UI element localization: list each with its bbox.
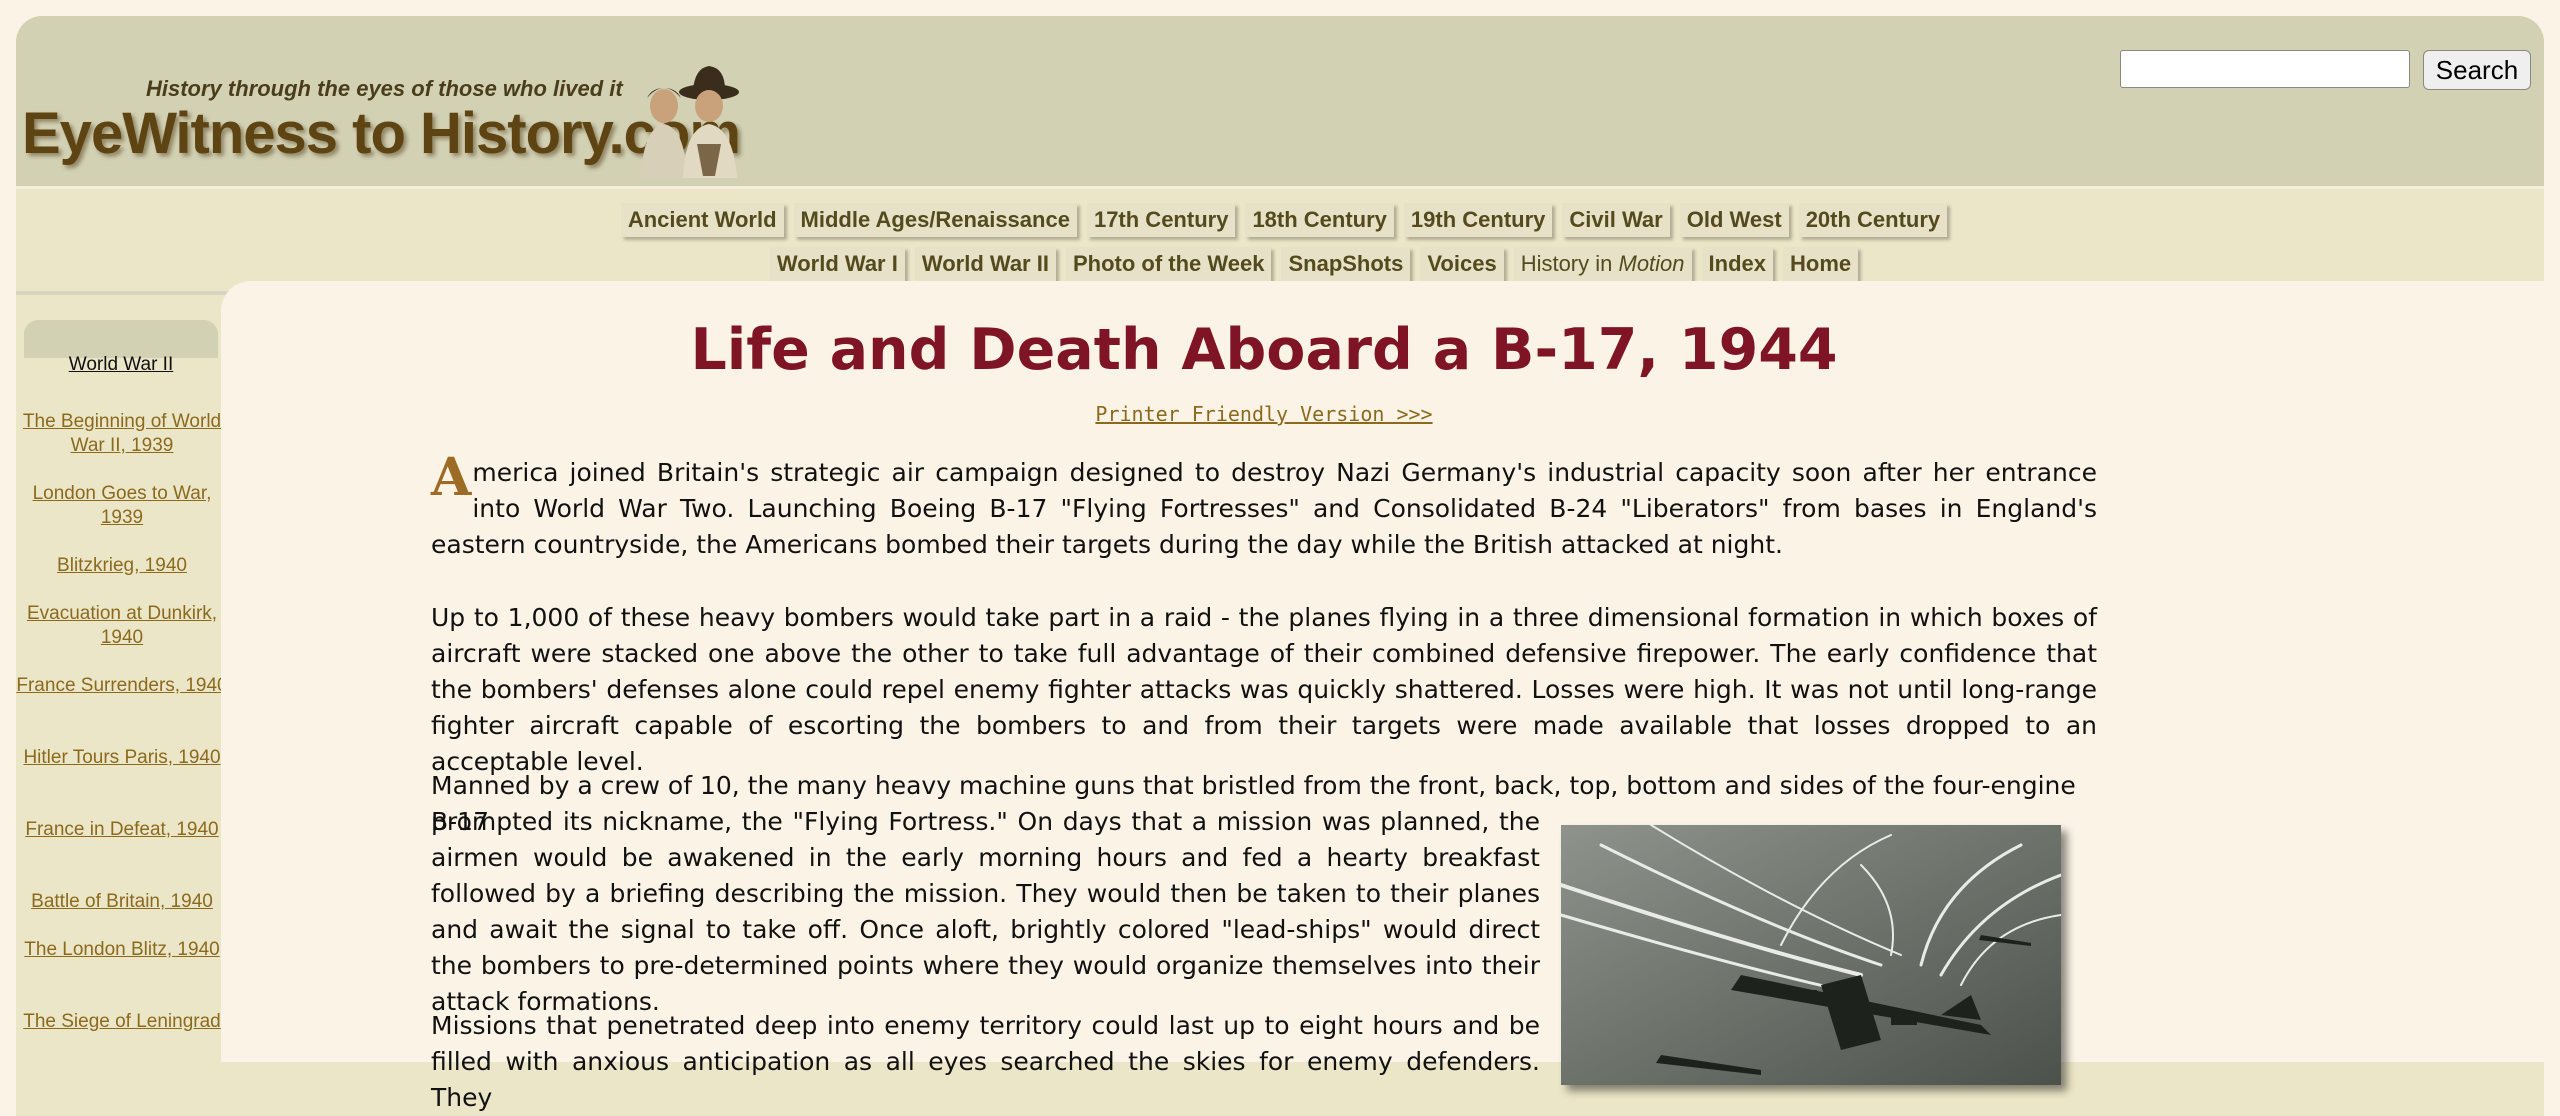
site-header: History through the eyes of those who li…	[16, 16, 2544, 189]
article-paragraph-1: America joined Britain's strategic air c…	[431, 447, 2097, 563]
article-paragraph-2: Up to 1,000 of these heavy bombers would…	[431, 603, 2097, 776]
drop-cap: A	[431, 447, 472, 508]
nav-row-sections: World War I World War II Photo of the We…	[50, 247, 2560, 281]
nav-old-west[interactable]: Old West	[1679, 203, 1789, 237]
b17-bombers-photo	[1561, 825, 2061, 1085]
search-input[interactable]	[2120, 50, 2410, 88]
nav-home[interactable]: Home	[1783, 247, 1859, 281]
nav-ancient-world[interactable]: Ancient World	[620, 203, 784, 237]
sidebar-item-beginning-of-ww2[interactable]: The Beginning of World War II, 1939	[16, 410, 228, 458]
sidebar: World War II The Beginning of World War …	[16, 320, 228, 1080]
nav-index[interactable]: Index	[1701, 247, 1774, 281]
nav-18th-century[interactable]: 18th Century	[1245, 203, 1394, 237]
sidebar-item-dunkirk[interactable]: Evacuation at Dunkirk, 1940	[16, 602, 228, 650]
nav-world-war-2[interactable]: World War II	[914, 247, 1056, 281]
nav-19th-century[interactable]: 19th Century	[1403, 203, 1553, 237]
nav-photo-of-the-week[interactable]: Photo of the Week	[1065, 247, 1272, 281]
nav-middle-ages[interactable]: Middle Ages/Renaissance	[793, 203, 1077, 237]
page-title: Life and Death Aboard a B-17, 1944	[690, 317, 1838, 383]
article-paragraph-3: prompted its nickname, the "Flying Fortr…	[431, 807, 1540, 1016]
nav-motion-label: Motion	[1618, 251, 1685, 276]
main-content: Life and Death Aboard a B-17, 1944 Print…	[221, 281, 2544, 1112]
nav-history-in-label: History in	[1520, 251, 1613, 276]
sidebar-item-london-goes-to-war[interactable]: London Goes to War, 1939	[16, 482, 228, 530]
nav-civil-war[interactable]: Civil War	[1562, 203, 1670, 237]
main-navigation: Ancient World Middle Ages/Renaissance 17…	[16, 189, 2544, 295]
sidebar-tab	[24, 320, 218, 358]
logo-portrait-figures	[641, 66, 739, 178]
nav-snapshots[interactable]: SnapShots	[1281, 247, 1411, 281]
nav-world-war-1[interactable]: World War I	[769, 247, 905, 281]
nav-20th-century[interactable]: 20th Century	[1798, 203, 1948, 237]
sidebar-item-hitler-tours-paris[interactable]: Hitler Tours Paris, 1940	[16, 746, 228, 770]
nav-row-eras: Ancient World Middle Ages/Renaissance 17…	[20, 203, 2548, 237]
search-button[interactable]: Search	[2423, 50, 2531, 90]
sidebar-item-battle-of-britain[interactable]: Battle of Britain, 1940	[16, 890, 228, 914]
sidebar-item-london-blitz[interactable]: The London Blitz, 1940	[16, 938, 228, 962]
nav-history-in-motion[interactable]: History in Motion	[1513, 247, 1692, 281]
sidebar-item-france-in-defeat[interactable]: France in Defeat, 1940	[16, 818, 228, 842]
sidebar-item-france-surrenders[interactable]: France Surrenders, 1940	[16, 674, 228, 698]
sidebar-title[interactable]: World War II	[24, 354, 218, 376]
site-tagline: History through the eyes of those who li…	[146, 76, 623, 101]
printer-friendly-link[interactable]: Printer Friendly Version >>>	[221, 402, 2307, 426]
sidebar-item-blitzkrieg[interactable]: Blitzkrieg, 1940	[16, 554, 228, 578]
paragraph-1-text: merica joined Britain's strategic air ca…	[431, 458, 2097, 559]
sidebar-item-siege-of-leningrad[interactable]: The Siege of Leningrad	[16, 1010, 228, 1034]
nav-voices[interactable]: Voices	[1420, 247, 1504, 281]
article-paragraph-4: Missions that penetrated deep into enemy…	[431, 1011, 1540, 1112]
nav-17th-century[interactable]: 17th Century	[1086, 203, 1236, 237]
